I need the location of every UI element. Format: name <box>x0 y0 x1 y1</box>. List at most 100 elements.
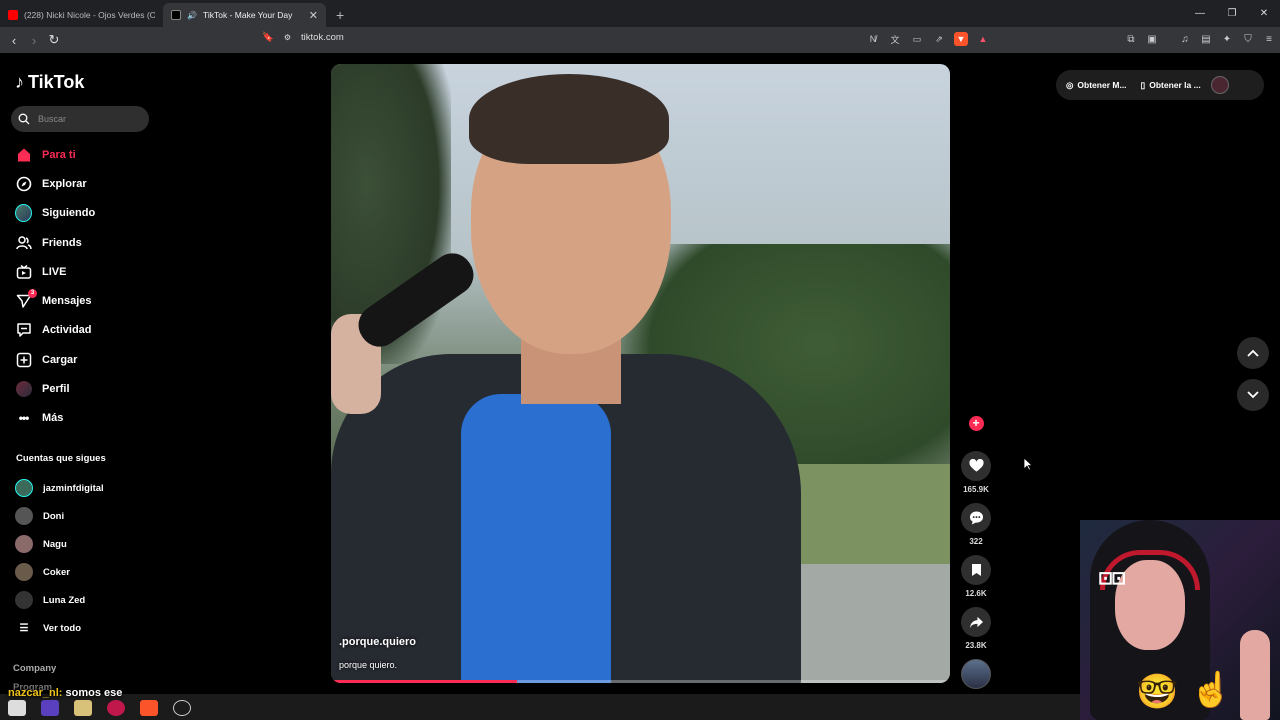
save-button[interactable] <box>961 555 991 585</box>
share-button[interactable] <box>961 607 991 637</box>
get-coins-button[interactable]: ◎ Obtener M... <box>1066 80 1127 91</box>
video-username[interactable]: .porque.quiero <box>339 636 416 648</box>
nav-mensajes[interactable]: 3 Mensajes <box>15 286 95 315</box>
like-button[interactable] <box>961 451 991 481</box>
bookmark-save-icon <box>971 564 981 576</box>
following-item-jazminfdigital[interactable]: jazminfdigital <box>15 474 104 502</box>
nav-label: Mensajes <box>42 295 92 308</box>
nav-friends[interactable]: Friends <box>15 228 95 257</box>
app-icon-obs[interactable] <box>41 700 59 716</box>
follow-plus-button[interactable]: + <box>968 416 984 431</box>
activity-icon <box>15 322 32 339</box>
brave-rewards-icon[interactable]: ▲ <box>976 32 990 46</box>
video-person-hair <box>469 74 669 164</box>
webcam-overlay: ⊡⊡ 🤓 ☝ <box>1080 520 1280 720</box>
following-item-coker[interactable]: Coker <box>15 558 104 586</box>
vpn-icon[interactable]: ⛉ <box>1241 32 1255 46</box>
action-rail: + 165.9K 322 12.6K 23.8K <box>960 416 992 689</box>
app-icon-explorer[interactable] <box>74 700 92 716</box>
site-info-icon[interactable]: ⚙ <box>284 33 291 42</box>
nav-perfil[interactable]: Perfil <box>15 374 95 403</box>
get-app-button[interactable]: ▯ Obtener la ... <box>1141 80 1201 91</box>
video-progress-fill <box>331 680 517 683</box>
address-bar: ‹ › ↻ 🔖 ⚙ tiktok.com N̸ 文 ▭ ⇗ ▼ ▲ ⧉ ▣ ♫ … <box>0 27 1280 53</box>
logo-text: TikTok <box>28 72 85 92</box>
chevron-up-icon <box>1247 349 1259 357</box>
phone-icon: ▯ <box>1140 79 1146 90</box>
nav-para-ti[interactable]: Para ti <box>15 140 95 169</box>
following-item-nagu[interactable]: Nagu <box>15 530 104 558</box>
compass-icon <box>15 175 32 192</box>
audio-icon: 🔊 <box>187 10 197 20</box>
window-controls: — ❐ ✕ <box>1184 0 1280 26</box>
nav-label: Cargar <box>42 353 78 366</box>
nav-cargar[interactable]: Cargar <box>15 345 95 374</box>
back-icon[interactable]: ‹ <box>4 33 24 48</box>
menu-icon[interactable]: ≡ <box>1262 32 1276 46</box>
friends-icon <box>15 234 32 251</box>
comment-button[interactable] <box>961 503 991 533</box>
forward-icon[interactable]: › <box>24 33 44 48</box>
bookmark-icon[interactable]: 🔖 <box>262 32 274 43</box>
messages-icon: 3 <box>15 288 37 310</box>
nav-label: Explorar <box>42 177 87 190</box>
restore-icon[interactable]: ❐ <box>1216 0 1248 26</box>
nav-siguiendo[interactable]: Siguiendo <box>15 199 95 228</box>
following-item-doni[interactable]: Doni <box>15 502 104 530</box>
next-video-button[interactable] <box>1237 379 1269 411</box>
comment-count: 322 <box>969 537 983 546</box>
profile-icon <box>15 381 32 398</box>
avatar <box>15 507 33 525</box>
nav-actividad[interactable]: Actividad <box>15 316 95 345</box>
video-progress-bar[interactable] <box>331 680 950 683</box>
url-text: tiktok.com <box>301 32 344 43</box>
glasses-icon: ⊡⊡ <box>1098 568 1126 588</box>
video-player[interactable]: .porque.quiero porque quiero. <box>331 64 950 683</box>
live-icon <box>15 263 32 280</box>
nav-mas[interactable]: ••• Más <box>15 404 95 433</box>
cast-icon[interactable]: ▭ <box>910 32 924 46</box>
sidebar-icon[interactable]: ▣ <box>1145 32 1159 46</box>
brave-shields-icon[interactable]: ▼ <box>954 32 968 46</box>
no-translate-icon[interactable]: N̸ <box>866 32 880 46</box>
see-all-link[interactable]: ☰ Ver todo <box>15 614 104 642</box>
nav-explorar[interactable]: Explorar <box>15 169 95 198</box>
avatar <box>15 591 33 609</box>
company-link[interactable]: Company <box>13 663 56 674</box>
more-icon: ••• <box>18 411 30 426</box>
url-field[interactable]: 🔖 ⚙ tiktok.com <box>262 32 344 43</box>
share-icon[interactable]: ⇗ <box>932 32 946 46</box>
tab-youtube[interactable]: (228) Nicki Nicole - Ojos Verdes (Offi <box>0 3 163 27</box>
tiktok-favicon-icon <box>171 10 181 20</box>
messages-badge: 3 <box>28 288 37 298</box>
extensions-icon[interactable]: ⧉ <box>1124 32 1138 46</box>
close-tab-icon[interactable]: ✕ <box>309 9 318 22</box>
windows-start-icon[interactable] <box>8 700 26 716</box>
previous-video-button[interactable] <box>1237 337 1269 369</box>
following-item-luna-zed[interactable]: Luna Zed <box>15 586 104 614</box>
coin-icon: ◎ <box>1066 79 1074 90</box>
following-list: jazminfdigital Doni Nagu Coker Luna Zed … <box>15 474 104 642</box>
translate-icon[interactable]: 文 <box>888 32 902 46</box>
tiktok-logo[interactable]: ♪ TikTok <box>15 72 84 93</box>
creator-avatar[interactable] <box>961 659 991 689</box>
reload-icon[interactable]: ↻ <box>44 32 64 48</box>
leo-ai-icon[interactable]: ✦ <box>1220 32 1234 46</box>
minimize-icon[interactable]: — <box>1184 0 1216 26</box>
video-description: porque quiero. <box>339 660 398 670</box>
close-window-icon[interactable]: ✕ <box>1248 0 1280 26</box>
home-icon <box>15 146 32 163</box>
new-tab-button[interactable]: + <box>326 7 354 27</box>
search-input[interactable]: Buscar <box>11 106 149 132</box>
tab-tiktok[interactable]: 🔊 TikTok - Make Your Day ✕ <box>163 3 326 27</box>
app-icon-brave[interactable] <box>140 700 158 716</box>
app-icon-other[interactable] <box>173 700 191 716</box>
nav-live[interactable]: LIVE <box>15 257 95 286</box>
tab-title: (228) Nicki Nicole - Ojos Verdes (Offi <box>24 10 155 20</box>
music-icon[interactable]: ♫ <box>1178 32 1192 46</box>
following-name: jazminfdigital <box>43 482 104 494</box>
profile-avatar[interactable] <box>1210 76 1229 94</box>
wallet-icon[interactable]: ▤ <box>1199 32 1213 46</box>
chat-nick: nazcar_nl: <box>8 687 63 699</box>
app-icon-media[interactable] <box>107 700 125 716</box>
